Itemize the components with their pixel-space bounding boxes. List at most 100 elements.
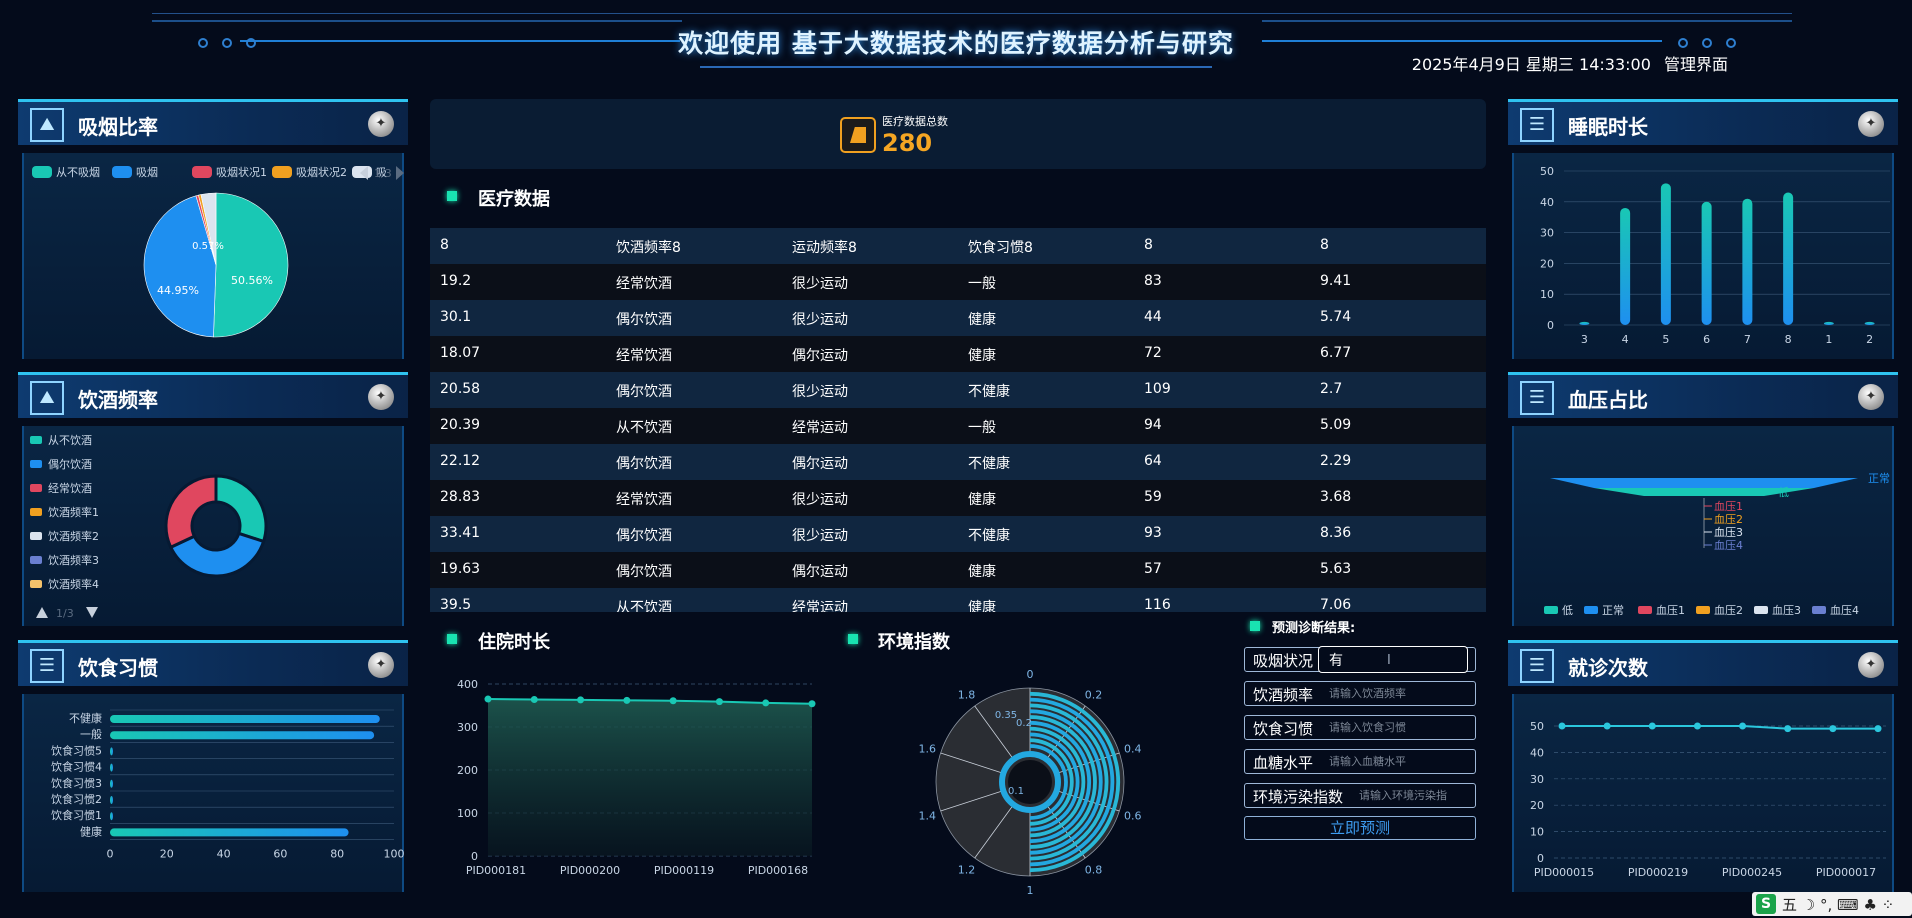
legend-item[interactable]: 血压2 xyxy=(1696,603,1743,617)
pie-slice[interactable] xyxy=(213,192,289,338)
bar[interactable] xyxy=(1579,321,1590,325)
legend-item[interactable]: 正常 xyxy=(1584,604,1624,617)
predict-button[interactable]: 立即预测 xyxy=(1244,816,1476,840)
data-point[interactable] xyxy=(1603,722,1611,730)
polar-center xyxy=(1008,760,1052,804)
medical-data-table[interactable]: 8 饮酒频率8 运动频率8 饮食习惯8 8 8 19.2 经常饮酒 很少运动 一般 83 9.41 30… xyxy=(430,228,1486,612)
legend-item[interactable]: 饮酒频率3 xyxy=(30,553,99,567)
bar[interactable] xyxy=(110,812,113,821)
diet-habit-input[interactable] xyxy=(1329,718,1469,737)
bar[interactable] xyxy=(110,731,375,740)
data-point[interactable] xyxy=(1558,722,1566,730)
bar[interactable] xyxy=(110,779,113,788)
data-point[interactable] xyxy=(623,696,631,704)
settings-knob-icon[interactable]: ✦ xyxy=(368,384,394,410)
prediction-title: 预测诊断结果: xyxy=(1272,621,1356,636)
drinking-frequency-input[interactable] xyxy=(1329,684,1469,703)
legend-item[interactable]: 吸烟状况1 xyxy=(192,165,267,179)
table-row[interactable]: 19.2 经常饮酒 很少运动 一般 83 9.41 xyxy=(430,264,1486,300)
bar[interactable] xyxy=(110,828,349,837)
funnel-label-bp2: 血压2 xyxy=(1714,512,1743,526)
pager-next-icon[interactable] xyxy=(86,607,98,618)
legend-pager[interactable]: 1/3 xyxy=(360,166,404,180)
bar[interactable] xyxy=(1864,321,1875,325)
data-point[interactable] xyxy=(1874,725,1882,733)
bar[interactable] xyxy=(110,763,113,772)
legend-item[interactable]: 饮酒频率1 xyxy=(30,505,99,519)
panel-title: 就诊次数 xyxy=(1568,656,1648,680)
admin-link[interactable]: 管理界面 xyxy=(1664,55,1728,74)
data-point[interactable] xyxy=(577,696,585,704)
bar[interactable] xyxy=(110,715,380,723)
pie-chart: 50.56% 44.95% 0.57% xyxy=(143,192,289,338)
settings-knob-icon[interactable]: ✦ xyxy=(1858,652,1884,678)
bar[interactable] xyxy=(1620,207,1631,325)
blood-sugar-input[interactable] xyxy=(1329,752,1469,771)
legend-item[interactable]: 从不饮酒 xyxy=(30,434,92,447)
legend-item[interactable]: 血压3 xyxy=(1754,603,1801,617)
legend-item[interactable]: 从不吸烟 xyxy=(32,165,100,179)
legend-item[interactable]: 低 xyxy=(1544,604,1573,617)
table-row[interactable]: 39.5 从不饮酒 经常运动 健康 116 7.06 xyxy=(430,588,1486,612)
settings-knob-icon[interactable]: ✦ xyxy=(368,111,394,137)
table-row[interactable]: 30.1 偶尔饮酒 很少运动 健康 44 5.74 xyxy=(430,300,1486,336)
table-row[interactable]: 22.12 偶尔饮酒 偶尔运动 不健康 64 2.29 xyxy=(430,444,1486,480)
donut-slice[interactable] xyxy=(214,474,268,544)
table-row[interactable]: 8 饮酒频率8 运动频率8 饮食习惯8 8 8 xyxy=(430,228,1486,264)
data-point[interactable] xyxy=(808,700,816,708)
data-point[interactable] xyxy=(1693,722,1701,730)
legend-item[interactable]: 吸烟状况2 xyxy=(272,165,347,179)
axis-tick-label: 0 xyxy=(107,848,114,861)
table-row[interactable]: 20.39 从不饮酒 经常运动 一般 94 5.09 xyxy=(430,408,1486,444)
data-point[interactable] xyxy=(1648,722,1656,730)
data-point[interactable] xyxy=(530,695,538,703)
table-row[interactable]: 18.07 经常饮酒 偶尔运动 健康 72 6.77 xyxy=(430,336,1486,372)
table-row[interactable]: 28.83 经常饮酒 很少运动 健康 59 3.68 xyxy=(430,480,1486,516)
chart-legend[interactable]: 低 正常 血压1 血压2 血压3 血压4 xyxy=(1544,603,1859,617)
table-row[interactable]: 33.41 偶尔饮酒 很少运动 不健康 93 8.36 xyxy=(430,516,1486,552)
pager-prev-icon[interactable] xyxy=(36,607,48,618)
pollution-index-input[interactable] xyxy=(1359,786,1471,805)
legend-item[interactable]: 偶尔饮酒 xyxy=(30,458,92,471)
donut-slice[interactable] xyxy=(164,474,218,550)
bar[interactable] xyxy=(1783,192,1794,325)
table-row[interactable]: 20.58 偶尔饮酒 很少运动 不健康 109 2.7 xyxy=(430,372,1486,408)
settings-knob-icon[interactable]: ✦ xyxy=(1858,384,1884,410)
field-label: 吸烟状况 xyxy=(1253,652,1314,670)
bar[interactable] xyxy=(1742,198,1753,325)
data-point[interactable] xyxy=(715,698,723,706)
settings-knob-icon[interactable]: ✦ xyxy=(368,652,394,678)
data-point[interactable] xyxy=(1784,725,1792,733)
legend-item[interactable]: 血压4 xyxy=(1812,603,1859,617)
table-row[interactable]: 19.63 偶尔饮酒 偶尔运动 健康 57 5.63 xyxy=(430,552,1486,588)
bar[interactable] xyxy=(1823,321,1834,325)
data-point[interactable] xyxy=(762,699,770,707)
legend-item[interactable]: 血压1 xyxy=(1638,603,1685,617)
data-point[interactable] xyxy=(669,697,677,705)
table-cell: 运动频率8 xyxy=(792,240,857,256)
bar[interactable] xyxy=(1660,183,1671,325)
ime-mode-icon[interactable]: 五 ☽ °, ⌨ ♣ ⁘ xyxy=(1782,894,1894,915)
legend-item[interactable]: 饮酒频率2 xyxy=(30,529,99,543)
bar[interactable] xyxy=(110,796,113,804)
bar[interactable] xyxy=(110,747,113,756)
table-cell: 72 xyxy=(1144,345,1162,361)
data-point[interactable] xyxy=(1739,722,1747,730)
pager-next-icon[interactable] xyxy=(396,166,404,180)
data-point[interactable] xyxy=(1829,725,1837,733)
legend-item[interactable]: 吸烟 xyxy=(112,165,158,179)
chart-legend[interactable]: 从不饮酒偶尔饮酒经常饮酒饮酒频率1 饮酒频率2 饮酒频率3 饮酒频率4 xyxy=(30,434,99,591)
settings-knob-icon[interactable]: ✦ xyxy=(1858,111,1884,137)
ime-toolbar[interactable]: S 五 ☽ °, ⌨ ♣ ⁘ xyxy=(1752,892,1912,916)
panel-header: ⛰ 吸烟比率 ✦ xyxy=(18,99,408,145)
panel-title: 饮食习惯 xyxy=(78,656,158,680)
data-point[interactable] xyxy=(484,695,492,703)
axis-tick-label: 50 xyxy=(1540,165,1554,178)
legend-pager[interactable]: 1/3 xyxy=(36,607,98,620)
legend-item[interactable]: 经常饮酒 xyxy=(30,482,92,495)
legend-item[interactable]: 饮酒频率4 xyxy=(30,577,99,591)
bar[interactable] xyxy=(1701,201,1712,325)
table-cell: 很少运动 xyxy=(792,312,848,328)
chart-legend[interactable]: 从不吸烟 吸烟 吸烟状况1 吸烟状况2 吸 xyxy=(32,165,387,179)
table-cell: 不健康 xyxy=(968,384,1010,400)
